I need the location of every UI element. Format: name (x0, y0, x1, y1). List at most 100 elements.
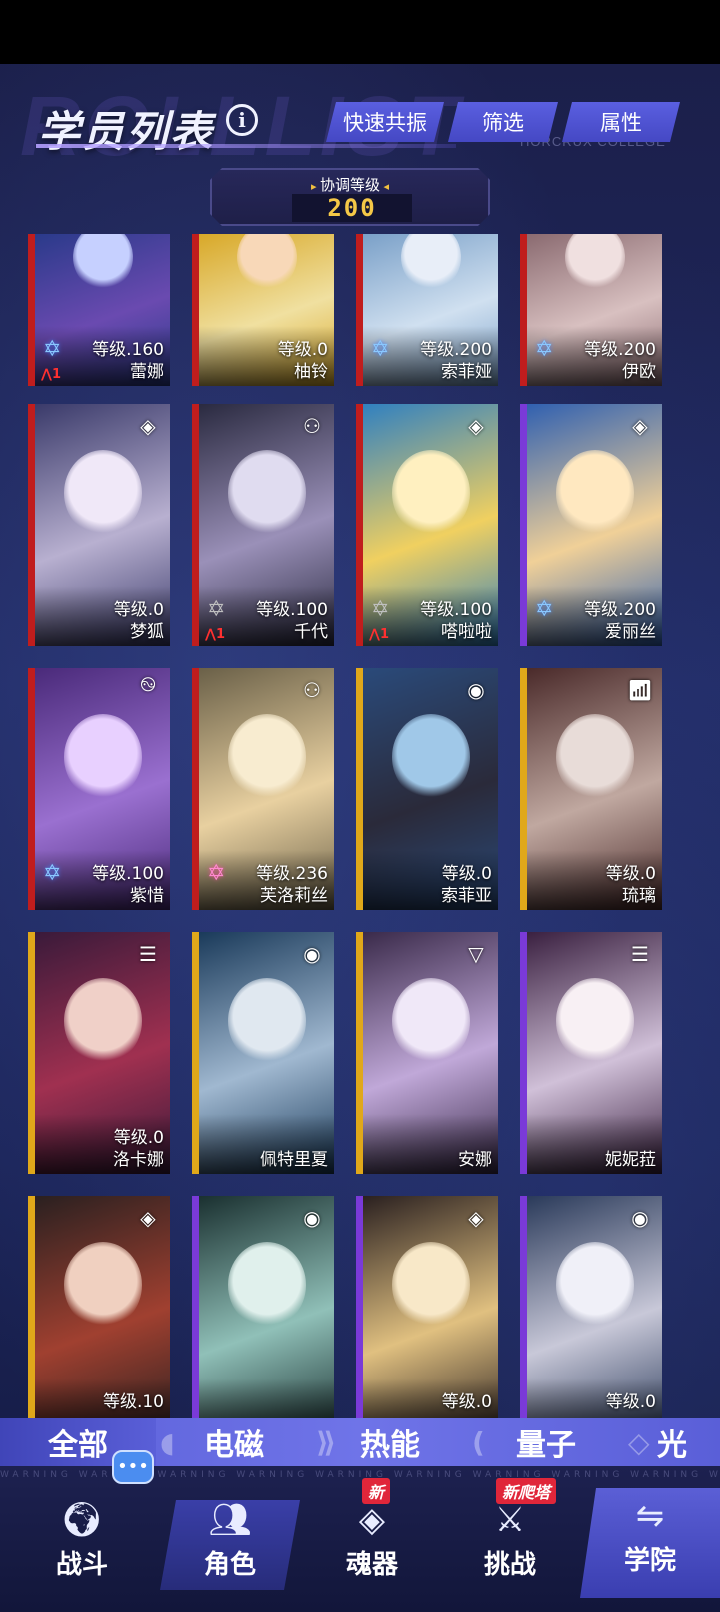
rank-badge: ⋀1 (41, 367, 62, 382)
nav-challenge[interactable]: ⚔︎ 挑战 (440, 1500, 580, 1590)
nav-label: 学院 (623, 1546, 676, 1576)
tab-quantum[interactable]: (量子 (468, 1418, 624, 1466)
character-face (63, 1242, 142, 1328)
title-underline (36, 144, 456, 148)
student-card[interactable]: 等级.0 柚铃 (192, 234, 334, 386)
status-bar (0, 0, 720, 64)
gamepad-icon: ⚇ (303, 678, 321, 702)
top-button-group: 快速共振 筛选 属性 (326, 102, 680, 142)
character-face (63, 450, 142, 536)
character-face (227, 450, 306, 536)
thermal-icon: ⟫ (316, 1426, 337, 1459)
character-level: 等级.0 (605, 1392, 656, 1412)
tab-electromagnetic[interactable]: ◖ 电磁 (156, 1418, 312, 1466)
triangle-icon: ▽ (468, 942, 484, 966)
character-name: 琉璃 (622, 886, 656, 906)
warning-strip: WARNING WARNING WARNING WARNING WARNING … (0, 1470, 720, 1480)
chat-icon[interactable]: ••• (112, 1450, 154, 1484)
coordination-level-label: 协调等级 (212, 174, 488, 195)
gamepad-icon: ⚇ (303, 414, 321, 438)
diamond-icon: ◈ (468, 1206, 484, 1230)
nav-label: 挑战 (483, 1550, 536, 1580)
character-name: 洛卡娜 (113, 1150, 164, 1170)
diamond-icon: ◈ (140, 414, 156, 438)
light-icon: ◇ (628, 1426, 650, 1459)
star-icon: ✡ (535, 597, 554, 622)
attribute-button[interactable]: 属性 (562, 102, 680, 142)
diamond-icon: ◈ (140, 1206, 156, 1230)
student-card[interactable]: 📶︎ 等级.0 琉璃 (520, 668, 662, 910)
character-name: 索菲娅 (441, 362, 492, 382)
student-card[interactable]: ◈ ✡ ⋀1 等级.100 嗒啦啦 (356, 404, 498, 646)
tab-thermal[interactable]: ⟫ 热能 (312, 1418, 468, 1466)
student-card[interactable]: ◉ 等级.0 索菲亚 (356, 668, 498, 910)
character-name: 蕾娜 (130, 362, 164, 382)
student-card[interactable]: ▽ 安娜 (356, 932, 498, 1174)
character-face (391, 1242, 470, 1328)
student-card[interactable]: ࿊ ✡ 等级.100 紫惜 (28, 668, 170, 910)
character-face (391, 978, 470, 1064)
character-face (227, 1242, 306, 1328)
tab-light[interactable]: ◇ 光 (624, 1418, 720, 1466)
college-icon: ⇋ (635, 1496, 665, 1536)
coordination-level-panel: 协调等级 200 (210, 168, 490, 226)
student-card[interactable]: ☰ 等级.0 洛卡娜 (28, 932, 170, 1174)
coordination-level-value: 200 (292, 194, 412, 222)
globe-icon: 🌍︎ (60, 1500, 104, 1540)
character-level: 等级.10 (102, 1392, 164, 1412)
challenge-icon: ⚔︎ (494, 1500, 526, 1540)
character-face (555, 714, 634, 800)
star-icon: ✡ (535, 337, 554, 362)
student-card[interactable]: ◉ 等级.0 (520, 1196, 662, 1438)
electromagnetic-icon: ◖ (160, 1426, 175, 1459)
star-icon: ✡ (43, 861, 62, 886)
student-card[interactable]: ◉ (192, 1196, 334, 1438)
character-name: 千代 (294, 622, 328, 642)
character-name: 伊欧 (622, 362, 656, 382)
character-name: 嗒啦啦 (441, 622, 492, 642)
character-level: 等级.0 (441, 1392, 492, 1412)
student-card[interactable]: ◈ 等级.10 (28, 1196, 170, 1438)
student-card[interactable]: ✡ 等级.200 索菲娅 (356, 234, 498, 386)
star-icon: ✡ (43, 337, 62, 362)
quick-resonance-button[interactable]: 快速共振 (326, 102, 444, 142)
filter-button[interactable]: 筛选 (448, 102, 558, 142)
student-card[interactable]: ☰ 妮妮菈 (520, 932, 662, 1174)
nav-battle[interactable]: 🌍︎ 战斗 (12, 1500, 152, 1590)
student-card[interactable]: ◈ ✡ 等级.200 爱丽丝 (520, 404, 662, 646)
student-card[interactable]: ◈ 等级.0 梦狐 (28, 404, 170, 646)
student-card[interactable]: ◈ 等级.0 (356, 1196, 498, 1438)
character-face (391, 714, 470, 800)
student-card[interactable]: ◉ 佩特里夏 (192, 932, 334, 1174)
drop-icon: ◉ (303, 1206, 321, 1230)
new-tower-badge: 新爬塔 (496, 1478, 557, 1504)
info-icon[interactable]: i (226, 104, 258, 136)
nav-artifacts[interactable]: ◈ 魂器 (302, 1500, 442, 1590)
nav-characters[interactable]: 👥︎ 角色 (160, 1500, 300, 1590)
rank-badge: ⋀1 (369, 627, 390, 642)
character-name: 梦狐 (130, 622, 164, 642)
character-face (555, 450, 634, 536)
quantum-icon: ( (472, 1426, 485, 1459)
character-name: 妮妮菈 (605, 1150, 656, 1170)
student-card[interactable]: ⚇ ✡ 等级.236 芙洛莉丝 (192, 668, 334, 910)
star-icon: ✡ (371, 597, 390, 622)
student-card[interactable]: ✡ 等级.200 伊欧 (520, 234, 662, 386)
nav-label: 魂器 (345, 1550, 398, 1580)
character-name: 佩特里夏 (260, 1150, 328, 1170)
nav-college[interactable]: ⇋ 学院 (580, 1488, 720, 1598)
drop-icon: ◉ (467, 678, 485, 702)
star-icon: ✡ (207, 861, 226, 886)
star-icon: ✡ (371, 337, 390, 362)
tab-label: 全部 (48, 1428, 108, 1463)
nav-label: 角色 (203, 1550, 256, 1580)
star-icon: ✡ (207, 597, 226, 622)
student-card[interactable]: ✡ ⋀1 等级.160 蕾娜 (28, 234, 170, 386)
artifact-icon: ◈ (358, 1500, 386, 1540)
people-icon: 👥︎ (208, 1500, 252, 1540)
character-face (555, 978, 634, 1064)
character-face (227, 978, 306, 1064)
student-card[interactable]: ⚇ ✡ ⋀1 等级.100 千代 (192, 404, 334, 646)
character-name: 索菲亚 (441, 886, 492, 906)
diamond-icon: ◈ (632, 414, 648, 438)
